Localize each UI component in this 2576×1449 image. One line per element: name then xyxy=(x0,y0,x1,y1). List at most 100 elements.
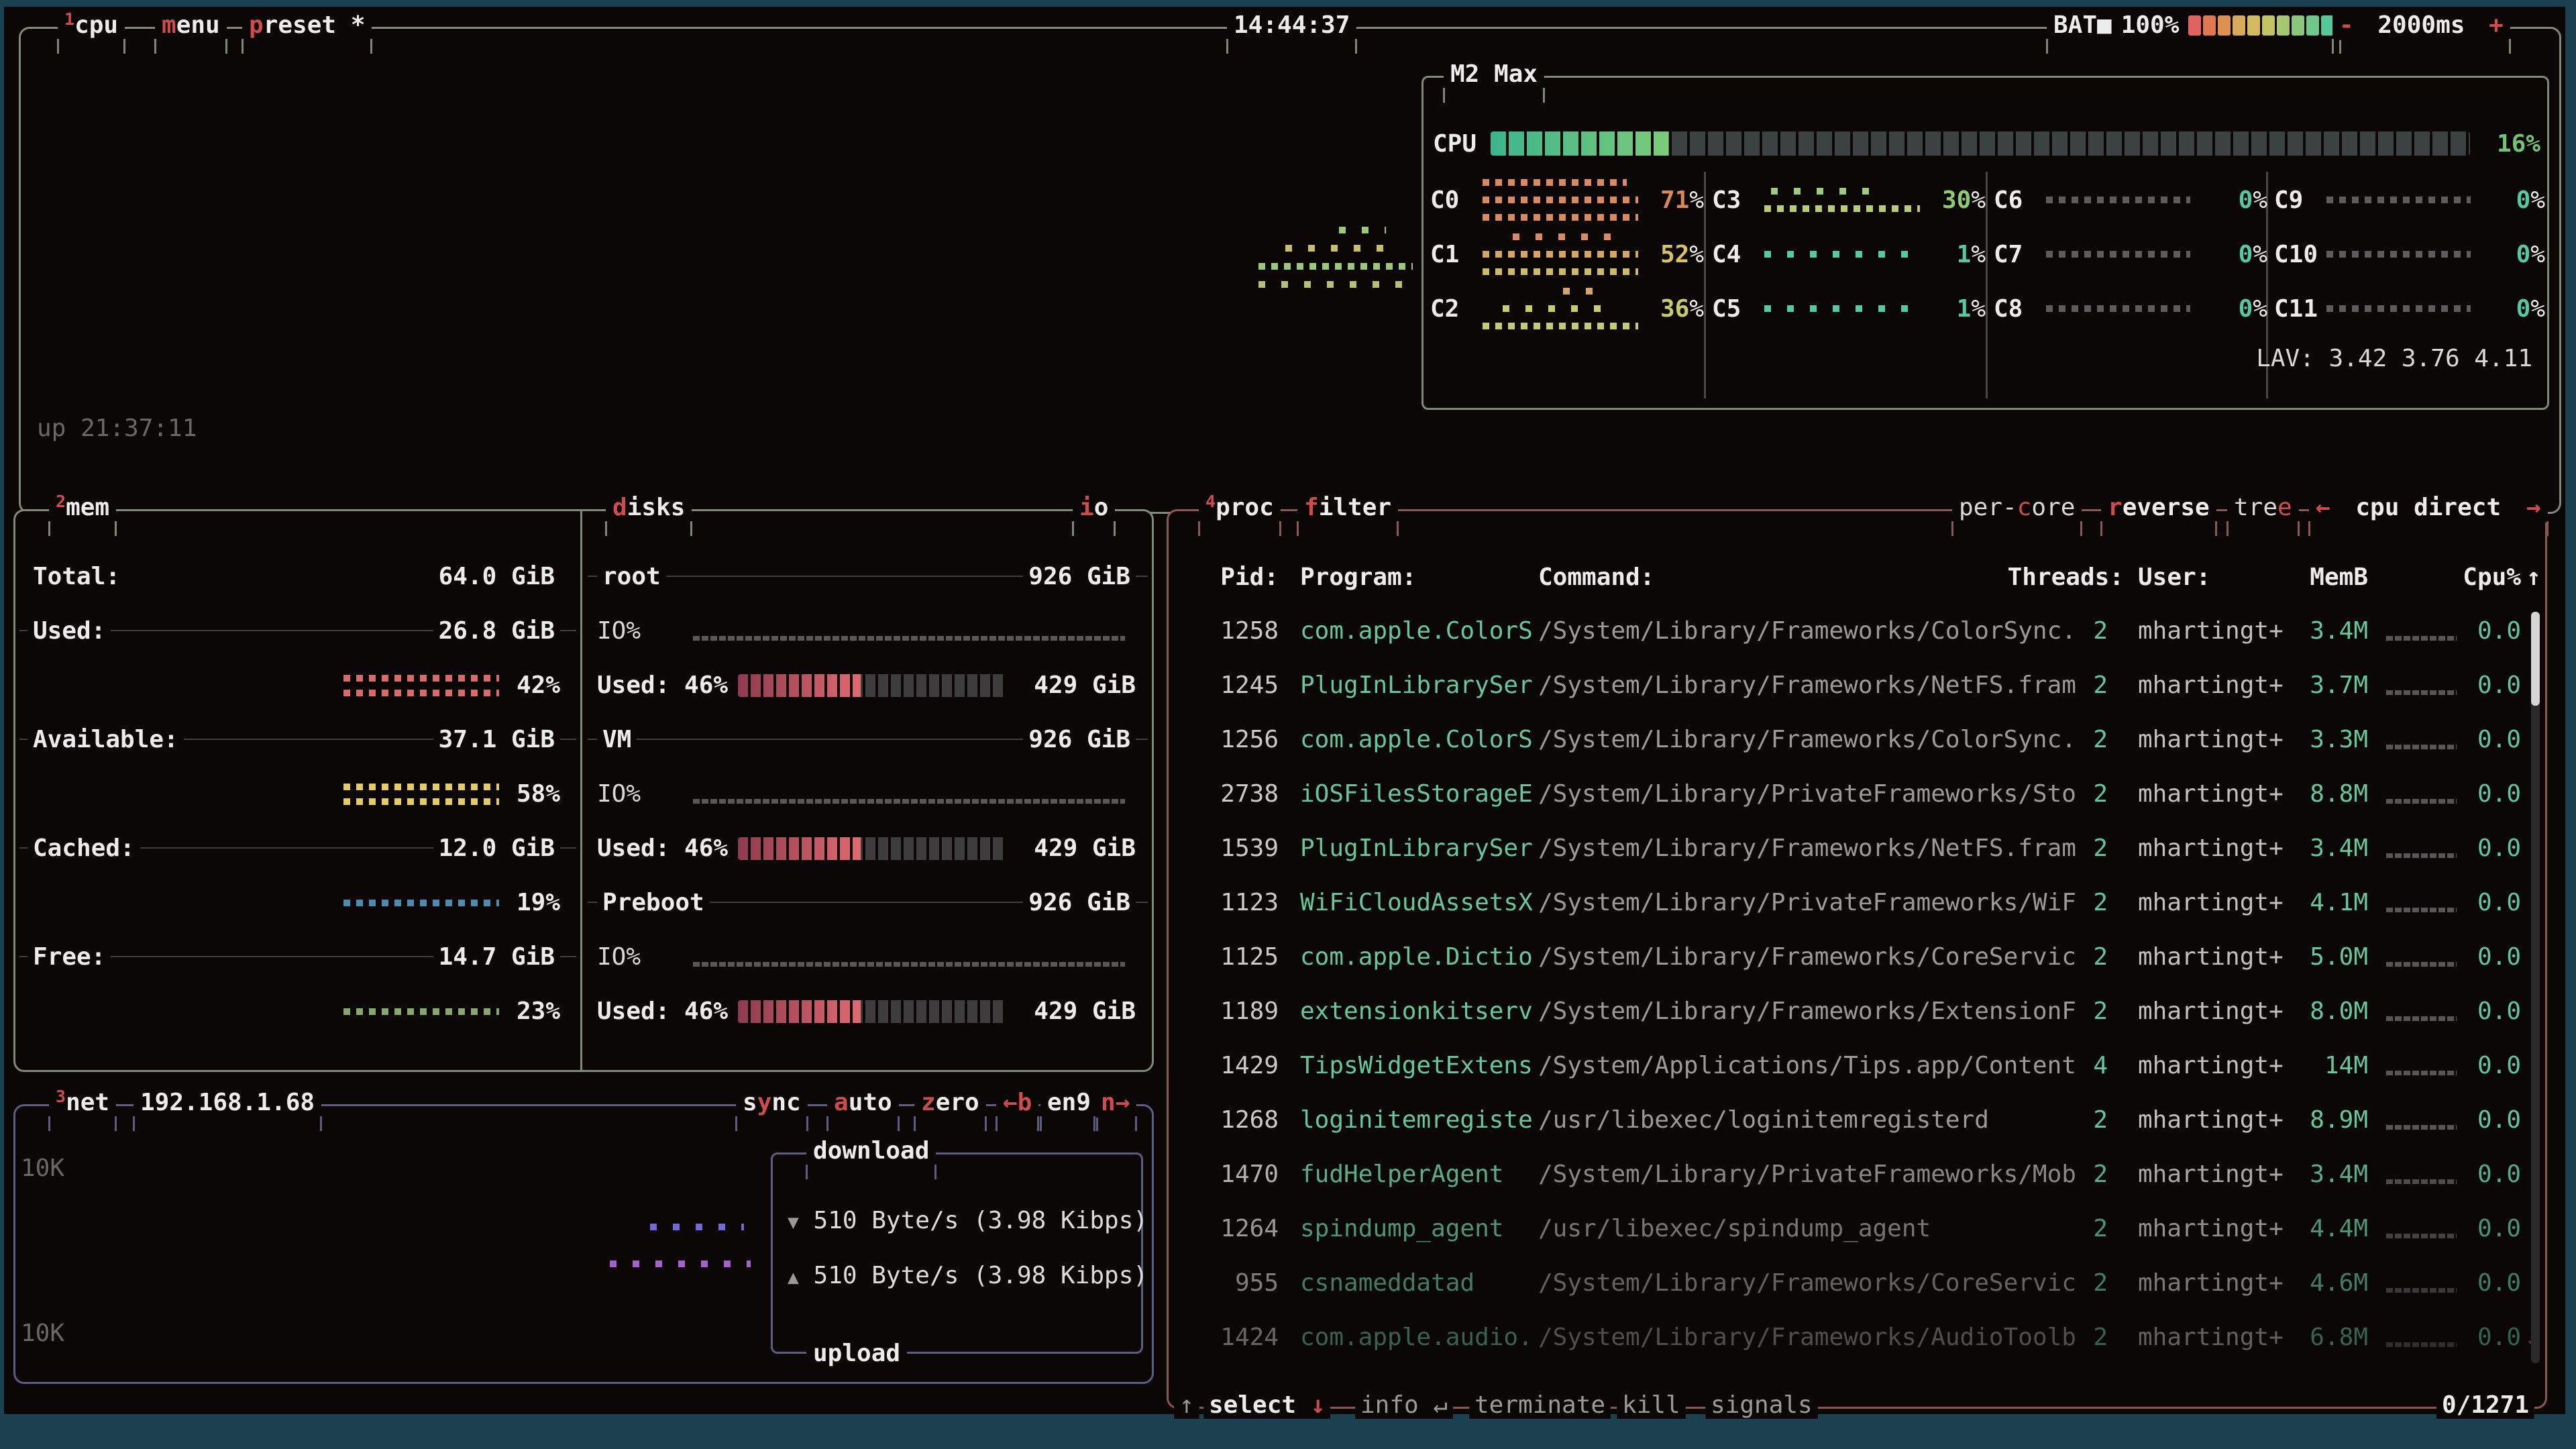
mem-meter-graph xyxy=(343,675,499,696)
process-row[interactable]: 1424com.apple.audio./System/Library/Fram… xyxy=(1169,1310,2545,1364)
process-user: mhartingt+ xyxy=(2138,726,2284,753)
core-graph xyxy=(1483,179,1644,221)
mem-disks-panel: 2mem disks io Total:64.0 GiBUsed:26.8 Gi… xyxy=(13,509,1154,1072)
interval-decrease-button[interactable]: - xyxy=(2339,11,2354,39)
process-user: mhartingt+ xyxy=(2138,835,2284,862)
sort-prev-icon[interactable]: ← xyxy=(2316,494,2330,521)
mem-meter-row: 58% xyxy=(15,767,580,821)
process-cpu: 0.0 xyxy=(2457,1106,2521,1134)
mem-row-total: Total:64.0 GiB xyxy=(15,549,580,604)
process-mem: 5.0M xyxy=(2284,943,2368,971)
process-row[interactable]: 1429TipsWidgetExtens/System/Applications… xyxy=(1169,1038,2545,1093)
core-pct-value: 52 xyxy=(1660,241,1689,268)
terminal-screen: 1cpu menu preset * 14:44:37 BAT■ 100% - … xyxy=(4,7,2565,1414)
mem-meter-pct: 19% xyxy=(517,889,560,916)
net-traffic-graph xyxy=(610,1224,765,1267)
select-button[interactable]: select ↓ xyxy=(1203,1391,1330,1419)
sort-next-icon[interactable]: → xyxy=(2526,494,2541,521)
process-command: /System/Library/PrivateFrameworks/WiF xyxy=(1538,889,2076,916)
process-row[interactable]: 1245PlugInLibrarySer/System/Library/Fram… xyxy=(1169,658,2545,712)
tab-net[interactable]: 3net xyxy=(49,1088,116,1120)
core-row-c11: C110% xyxy=(2274,270,2545,347)
graph-dots-row xyxy=(343,784,499,790)
core-label: C4 xyxy=(1712,241,1764,268)
scroll-down-icon[interactable]: ↓ xyxy=(1311,1391,1326,1419)
sort-column-selector[interactable]: ← cpu direct → xyxy=(2309,493,2548,523)
load-average: LAV: 3.42 3.76 4.11 xyxy=(2256,345,2532,372)
process-row[interactable]: 1258com.apple.ColorS/System/Library/Fram… xyxy=(1169,604,2545,658)
process-row[interactable]: 1189extensionkitserv/System/Library/Fram… xyxy=(1169,984,2545,1038)
terminate-button[interactable]: terminate xyxy=(1469,1391,1611,1419)
menu-button[interactable]: menu xyxy=(155,11,227,40)
disk-io-graph xyxy=(693,799,1125,804)
net-zero-button[interactable]: zero xyxy=(914,1088,986,1118)
net-auto-button[interactable]: auto xyxy=(827,1088,899,1118)
col-program[interactable]: Program: xyxy=(1300,564,1416,591)
upload-speed: ▲ 510 Byte/s (3.98 Kibps) xyxy=(788,1262,1148,1289)
scrollbar-thumb[interactable] xyxy=(2531,612,2540,706)
col-mem[interactable]: MemB xyxy=(2281,564,2368,591)
core-label: C0 xyxy=(1430,186,1483,214)
graph-dots-row xyxy=(1483,323,1638,329)
graph-dots-row xyxy=(1483,251,1638,258)
net-prev-iface-button[interactable]: ←b xyxy=(996,1088,1038,1118)
tab-cpu[interactable]: 1cpu xyxy=(58,11,125,42)
core-graph xyxy=(1764,305,1925,312)
process-row[interactable]: 955csnameddatad/System/Library/Framework… xyxy=(1169,1256,2545,1310)
net-sync-button[interactable]: sync xyxy=(736,1088,808,1118)
mem-row-cached: Cached:12.0 GiB xyxy=(15,821,580,875)
mem-meter-row: 42% xyxy=(15,658,580,712)
process-row[interactable]: 1470fudHelperAgent/System/Library/Privat… xyxy=(1169,1147,2545,1201)
process-mem: 3.7M xyxy=(2284,672,2368,699)
net-next-iface-button[interactable]: n→ xyxy=(1094,1088,1136,1118)
core-graph xyxy=(2046,197,2207,203)
kill-button[interactable]: kill xyxy=(1617,1391,1686,1419)
process-row[interactable]: 2738iOSFilesStorageE/System/Library/Priv… xyxy=(1169,767,2545,821)
disk-name-row-root: root926 GiB xyxy=(582,549,1152,604)
tree-button[interactable]: tree xyxy=(2227,493,2299,523)
disk-used-row: Used: 46%429 GiB xyxy=(582,984,1152,1038)
mem-meter-graph xyxy=(343,900,499,906)
per-core-button[interactable]: per-core xyxy=(1952,493,2082,523)
graph-dots-row xyxy=(2326,251,2471,258)
info-button[interactable]: info ↵ xyxy=(1355,1391,1453,1419)
signals-button[interactable]: signals xyxy=(1705,1391,1818,1419)
process-mem-graph xyxy=(2386,908,2457,912)
col-user[interactable]: User: xyxy=(2138,564,2210,591)
interval-increase-button[interactable]: + xyxy=(2489,11,2504,39)
mem-meter-graph xyxy=(343,784,499,805)
process-user: mhartingt+ xyxy=(2138,617,2284,645)
graph-dots-row xyxy=(650,1224,744,1230)
col-cpu[interactable]: Cpu% xyxy=(2436,564,2521,591)
preset-button[interactable]: preset * xyxy=(242,11,372,40)
col-pid[interactable]: Pid: xyxy=(1169,564,1279,591)
tab-proc[interactable]: 4proc xyxy=(1199,493,1281,525)
process-pid: 1424 xyxy=(1169,1324,1279,1351)
scroll-up-icon[interactable]: ↑ xyxy=(1174,1391,1199,1419)
process-row[interactable]: 1264spindump_agent/usr/libexec/spindump_… xyxy=(1169,1201,2545,1256)
process-command: /System/Library/PrivateFrameworks/Mob xyxy=(1538,1161,2076,1188)
process-command: /System/Applications/Tips.app/Content xyxy=(1538,1052,2076,1079)
graph-dots-row xyxy=(1483,197,1638,203)
disk-used-label: Used: 46% xyxy=(597,998,728,1025)
graph-dots-row xyxy=(343,690,499,696)
disk-io-row: IO% xyxy=(582,930,1152,984)
process-mem-graph xyxy=(2386,853,2457,858)
process-row[interactable]: 1125com.apple.Dictio/System/Library/Fram… xyxy=(1169,930,2545,984)
process-pid: 1429 xyxy=(1169,1052,1279,1079)
process-row[interactable]: 1539PlugInLibrarySer/System/Library/Fram… xyxy=(1169,821,2545,875)
filter-button[interactable]: filter xyxy=(1297,493,1398,523)
process-row[interactable]: 1268loginitemregiste/usr/libexec/loginit… xyxy=(1169,1093,2545,1147)
disk-io-row: IO% xyxy=(582,604,1152,658)
scrollbar-track[interactable] xyxy=(2531,612,2540,1363)
mem-meter-row: 19% xyxy=(15,875,580,930)
col-threads[interactable]: Threads: xyxy=(2007,564,2124,591)
process-command: /System/Library/Frameworks/ExtensionF xyxy=(1538,998,2076,1025)
disk-used-value: 429 GiB xyxy=(1034,835,1136,862)
reverse-button[interactable]: reverse xyxy=(2101,493,2216,523)
core-graph xyxy=(1764,188,1925,212)
process-threads: 2 xyxy=(2074,889,2108,916)
process-row[interactable]: 1123WiFiCloudAssetsX/System/Library/Priv… xyxy=(1169,875,2545,930)
col-command[interactable]: Command: xyxy=(1538,564,1654,591)
process-row[interactable]: 1256com.apple.ColorS/System/Library/Fram… xyxy=(1169,712,2545,767)
